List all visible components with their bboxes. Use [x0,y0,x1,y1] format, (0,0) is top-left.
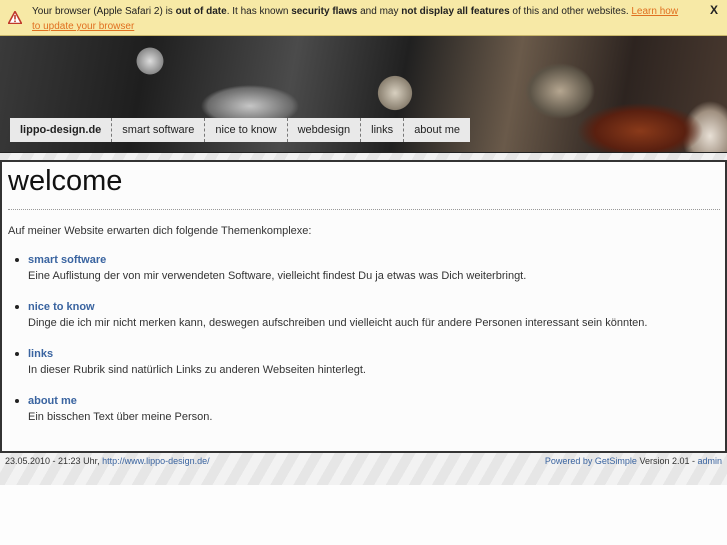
version-text: Version 2.01 - [636,456,698,466]
warning-triangle-icon [8,11,22,24]
topic-description: Ein bisschen Text über meine Person. [28,411,213,423]
topic-link-smart-software[interactable]: smart software [28,252,708,268]
bullet-icon [15,399,19,403]
header-banner: lippo-design.de smart software nice to k… [0,36,727,154]
nav-item-smart-software[interactable]: smart software [111,118,204,142]
main-nav: lippo-design.de smart software nice to k… [10,118,471,142]
topic-link-nice-to-know[interactable]: nice to know [28,299,708,315]
last-modified: 23.05.2010 - 21:23 Uhr, [5,456,103,466]
nav-item-home[interactable]: lippo-design.de [10,118,111,142]
page-title: welcome [8,165,123,197]
topic-link-links[interactable]: links [28,346,708,362]
nav-item-links[interactable]: links [360,118,403,142]
close-warning-button[interactable]: X [710,3,718,17]
topic-list: smart software Eine Auflistung der von m… [8,252,708,440]
content-box: welcome Auf meiner Website erwarten dich… [0,160,727,453]
topic-description: Dinge die ich mir nicht merken kann, des… [28,317,648,329]
topic-description: In dieser Rubrik sind natürlich Links zu… [28,364,366,376]
list-item: about me Ein bisschen Text über meine Pe… [8,393,708,425]
nav-item-nice-to-know[interactable]: nice to know [204,118,286,142]
browser-warning-bar: Your browser (Apple Safari 2) is out of … [0,0,727,36]
intro-text: Auf meiner Website erwarten dich folgend… [8,225,312,237]
warning-message: Your browser (Apple Safari 2) is out of … [32,6,679,32]
title-divider [8,209,720,210]
list-item: links In dieser Rubrik sind natürlich Li… [8,346,708,378]
getsimple-link[interactable]: Powered by GetSimple [545,456,637,466]
list-item: nice to know Dinge die ich mir nicht mer… [8,299,708,331]
footer-right: Powered by GetSimple Version 2.01 - admi… [545,456,722,466]
topic-link-about-me[interactable]: about me [28,393,708,409]
footer: 23.05.2010 - 21:23 Uhr, http://www.lippo… [0,451,727,471]
nav-item-about-me[interactable]: about me [403,118,470,142]
topic-description: Eine Auflistung der von mir verwendeten … [28,270,527,282]
footer-left: 23.05.2010 - 21:23 Uhr, http://www.lippo… [5,456,210,466]
bullet-icon [15,258,19,262]
bullet-icon [15,352,19,356]
bullet-icon [15,305,19,309]
list-item: smart software Eine Auflistung der von m… [8,252,708,284]
nav-item-webdesign[interactable]: webdesign [286,118,361,142]
site-url-link[interactable]: http://www.lippo-design.de/ [102,456,210,466]
admin-link[interactable]: admin [697,456,722,466]
